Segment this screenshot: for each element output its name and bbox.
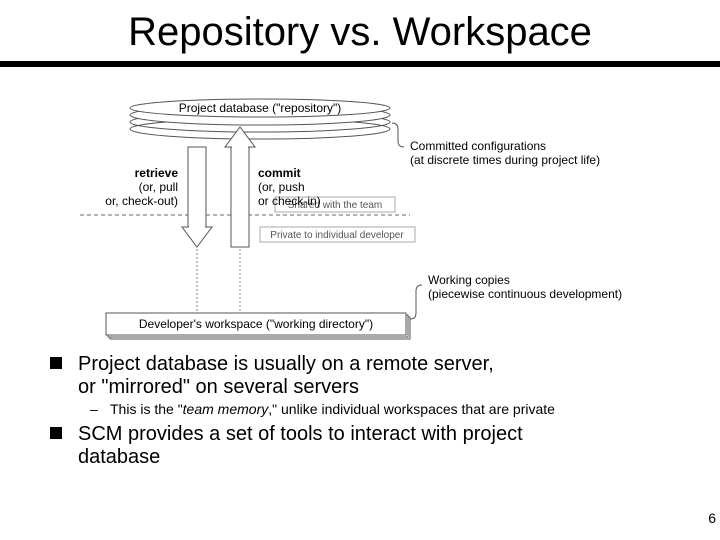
b1-l1: Project database is usually on a remote … [78, 353, 494, 375]
retrieve-sub2: or, check-out) [105, 194, 178, 208]
brace-bottom [410, 285, 422, 319]
b2-l1: SCM provides a set of tools to interact … [78, 423, 523, 445]
retrieve-label: retrieve [135, 166, 179, 180]
caption-committed: Committed configurations (at discrete ti… [410, 139, 600, 167]
retrieve-arrow [182, 147, 212, 247]
b2-l2: database [78, 446, 160, 468]
bullet-2: SCM provides a set of tools to interact … [50, 423, 690, 469]
bullet-1-sub: This is the "team memory," unlike indivi… [50, 401, 690, 417]
brace-top [392, 123, 404, 147]
b1-l2: or "mirrored" on several servers [78, 376, 359, 398]
commit-sub2: or check-in) [258, 194, 321, 208]
workspace-label: Developer's workspace ("working director… [139, 317, 373, 331]
commit-arrow [225, 127, 255, 247]
caption-working: Working copies (piecewise continuous dev… [428, 273, 622, 301]
b1s-pre: This is the " [110, 401, 183, 417]
caption2-l1: Working copies [428, 273, 510, 287]
caption2-l2: (piecewise continuous development) [428, 287, 622, 301]
caption1-l2: (at discrete times during project life) [410, 153, 600, 167]
commit-sub1: (or, push [258, 180, 305, 194]
private-label: Private to individual developer [270, 230, 404, 241]
page-number: 6 [708, 510, 716, 526]
caption1-l1: Committed configurations [410, 139, 546, 153]
slide: Repository vs. Workspace Project databas… [0, 0, 720, 540]
workspace-box: Developer's workspace ("working director… [106, 313, 410, 339]
b1s-em: team memory [183, 401, 269, 417]
diagram-area: Project database ("repository") Shared w… [0, 67, 720, 347]
commit-label: commit [258, 166, 301, 180]
page-title: Repository vs. Workspace [0, 0, 720, 61]
retrieve-sub1: (or, pull [139, 180, 178, 194]
arrow-labels: retrieve (or, pull or, check-out) commit… [105, 166, 320, 208]
repo-label: Project database ("repository") [179, 101, 342, 115]
b1s-post: ," unlike individual workspaces that are… [268, 401, 555, 417]
bullet-1: Project database is usually on a remote … [50, 353, 690, 399]
diagram-svg: Project database ("repository") Shared w… [0, 67, 720, 347]
body-text: Project database is usually on a remote … [0, 353, 720, 469]
